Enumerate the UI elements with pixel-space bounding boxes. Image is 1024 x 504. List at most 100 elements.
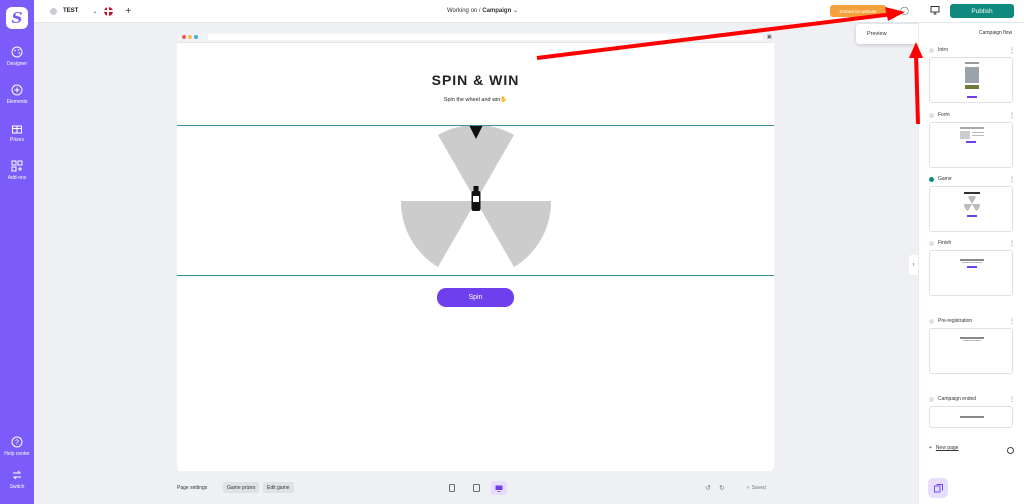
prize-wheel[interactable] [401, 126, 551, 276]
device-desktop-button[interactable] [491, 481, 507, 495]
flow-status-dot [929, 396, 934, 402]
flow-status-dot [929, 176, 934, 182]
page-thumbnail[interactable] [929, 186, 1013, 232]
flow-status-dot [929, 240, 934, 246]
wheel-segment [476, 201, 551, 267]
preview-monitor-icon[interactable] [930, 5, 940, 15]
mobile-icon [449, 484, 455, 492]
new-page-button[interactable]: + New page [929, 445, 958, 451]
sidebar-item-prizes[interactable]: Prizes [10, 122, 24, 143]
spin-button[interactable]: Spin [437, 288, 514, 307]
device-tablet-button[interactable] [468, 481, 484, 495]
more-vertical-icon[interactable]: ⋮ [1009, 396, 1015, 403]
app: S Designer Elements Prizes Add-ons ? Hel… [0, 0, 1024, 504]
sidebar-item-label: Help center [4, 451, 30, 457]
window-close-dot [182, 34, 186, 39]
desktop-icon [495, 485, 503, 492]
page-thumbnail[interactable] [929, 406, 1013, 428]
sidebar-item-label: Switch [9, 484, 25, 490]
edit-game-button[interactable]: Edit game [263, 482, 294, 493]
flow-status-dot [929, 112, 934, 118]
preview-menu-item-label[interactable]: Preview [867, 31, 887, 37]
gift-icon [12, 125, 22, 134]
help-icon: ? [11, 436, 23, 448]
flow-item-game[interactable]: Game ⋮ [929, 175, 1015, 232]
sidebar-item-add-ons[interactable]: Add-ons [7, 160, 27, 181]
flow-item-finish[interactable]: Finish ⋮ [929, 239, 1015, 296]
pages-toggle-button[interactable] [928, 478, 948, 498]
undo-icon[interactable]: ↺ [705, 484, 711, 492]
add-language-button[interactable]: + [125, 6, 131, 17]
more-vertical-icon[interactable]: ⋮ [1009, 176, 1015, 183]
copy-pages-icon [933, 483, 943, 492]
app-logo[interactable]: S [6, 7, 28, 29]
palette-icon [11, 46, 23, 58]
new-page-label: New page [935, 445, 959, 451]
window-maximize-dot [194, 34, 198, 39]
campaign-chevron-down-icon[interactable]: ⌄ [92, 8, 97, 15]
more-vertical-icon[interactable]: ⋮ [1009, 47, 1015, 54]
campaign-name[interactable]: TEST [63, 8, 78, 14]
sidebar-bottom: ? Help center Switch [0, 424, 34, 490]
sidebar-item-label: Add-ons [7, 175, 27, 181]
settings-circle-icon[interactable] [1007, 447, 1014, 454]
game-area[interactable] [177, 125, 774, 276]
game-prizes-button[interactable]: Game prizes [223, 482, 260, 493]
grid-plus-icon [11, 160, 23, 172]
more-vertical-icon[interactable]: ⋮ [1009, 112, 1015, 119]
page-thumbnail[interactable] [929, 122, 1013, 168]
embed-on-website-button[interactable]: Embed on website [830, 5, 886, 17]
flow-item-name: Game [938, 176, 952, 182]
wheel-segment [401, 201, 476, 267]
top-bar: TEST ⌄ + Working on / Campaign ⌄ Embed o… [34, 0, 1024, 23]
flow-status-dot [929, 318, 934, 324]
page-thumbnail[interactable] [929, 328, 1013, 374]
working-prefix: Working on / [447, 8, 481, 14]
left-sidebar: S Designer Elements Prizes Add-ons ? Hel… [0, 0, 34, 504]
flow-item-name: Intro [938, 47, 949, 53]
page-thumbnail[interactable] [929, 57, 1013, 103]
page-thumbnail[interactable] [929, 250, 1013, 296]
more-vertical-icon[interactable]: ⋮ [1009, 240, 1015, 247]
language-flag-icon[interactable] [104, 6, 114, 16]
bell-icon[interactable]: ◯ [900, 6, 909, 15]
chevron-down-icon: ⌄ [512, 8, 518, 14]
flow-item-name: Finish [938, 240, 952, 246]
flow-item-intro[interactable]: Intro ⋮ [929, 46, 1015, 103]
flow-item-pre-registration[interactable]: Pre-registration ⋮ [929, 317, 1015, 374]
publish-button[interactable]: Publish [950, 4, 1014, 18]
sidebar-item-label: Prizes [10, 137, 24, 143]
flow-status-dot [929, 47, 934, 53]
redo-icon[interactable]: ↻ [719, 484, 725, 492]
saved-label: Saved [751, 485, 766, 491]
sidebar-item-elements[interactable]: Elements [7, 84, 27, 105]
bottom-toolbar: Page settings Game prizes Edit game ↺ ↻ … [177, 480, 774, 496]
sidebar-item-switch[interactable]: Switch [9, 469, 25, 490]
sidebar-item-help-center[interactable]: ? Help center [4, 436, 30, 457]
switch-icon [12, 470, 22, 480]
flow-item-name: Campaign ended [938, 396, 977, 402]
page-settings-link[interactable]: Page settings [177, 485, 207, 491]
flow-item-name: Pre-registration [938, 318, 973, 324]
game-title[interactable]: SPIN & WIN [177, 72, 774, 88]
plus-circle-icon [11, 84, 23, 96]
svg-text:?: ? [15, 440, 19, 447]
panel-collapse-handle[interactable]: › [909, 255, 918, 275]
window-minimize-dot [188, 34, 192, 39]
plus-icon: + [929, 445, 932, 451]
page-switcher[interactable]: Working on / Campaign ⌄ [447, 7, 518, 14]
flow-item-form[interactable]: Form ⋮ [929, 111, 1015, 168]
campaign-status-dot [50, 7, 57, 15]
sidebar-item-label: Designer [6, 61, 27, 67]
camera-icon[interactable]: ▣ [767, 34, 772, 40]
device-mobile-button[interactable] [444, 481, 460, 495]
flow-item-campaign-ended[interactable]: Campaign ended ⋮ [929, 395, 1015, 428]
current-page-name: Campaign [482, 8, 512, 14]
game-subtitle[interactable]: Spin the wheel and win✋ [177, 97, 774, 103]
flow-item-name: Form [938, 112, 950, 118]
more-vertical-icon[interactable]: ⋮ [1009, 318, 1015, 325]
browser-frame-bar: ▣ [177, 31, 774, 43]
sidebar-item-designer[interactable]: Designer [7, 46, 27, 67]
saved-status: ✓ Saved [746, 485, 766, 491]
campaign-flow-panel: Campaign flow Intro ⋮ Form ⋮ Game ⋮ Fini… [918, 23, 1024, 504]
